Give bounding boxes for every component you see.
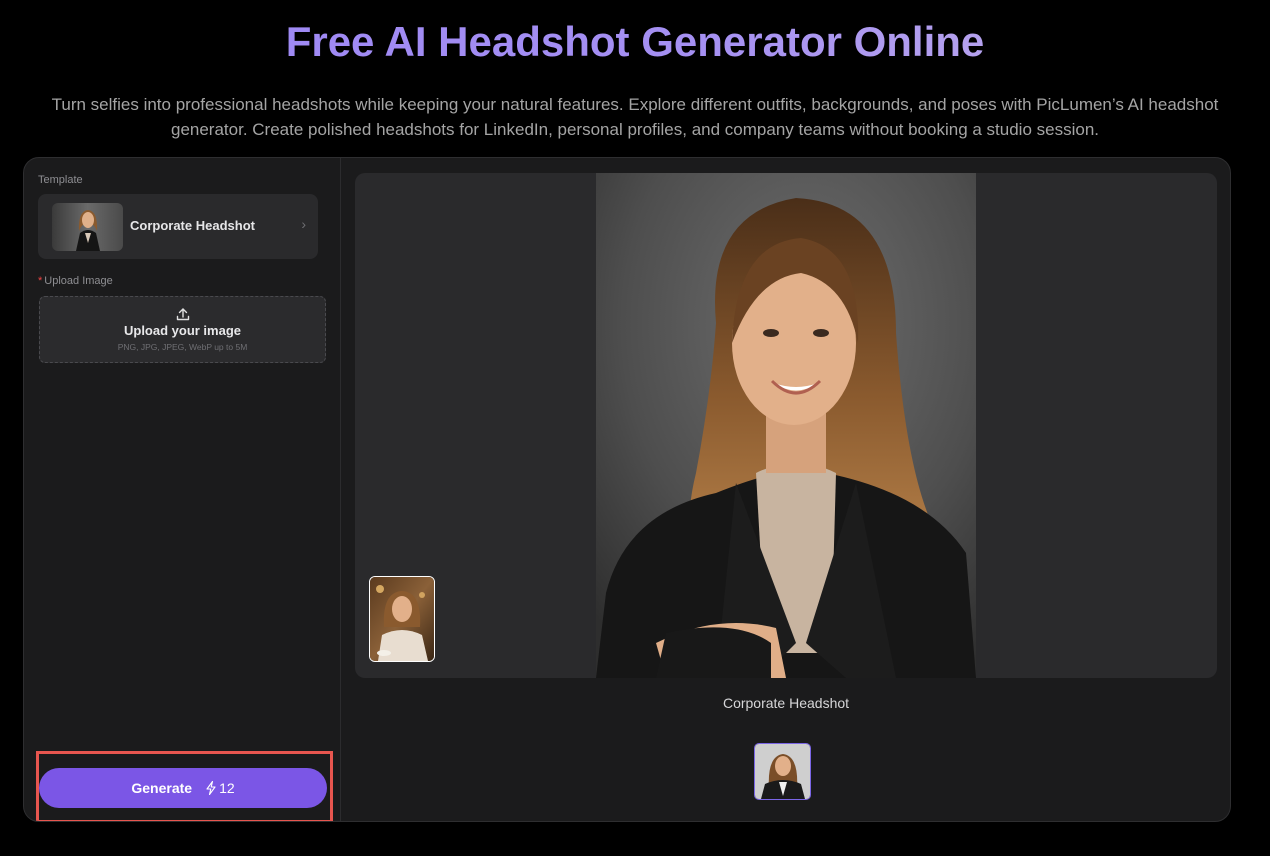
chevron-right-icon: › [301, 216, 306, 232]
upload-title: Upload your image [123, 323, 242, 338]
upload-image-label: * Upload Image [38, 275, 113, 287]
upload-dropzone[interactable]: Upload your image PNG, JPG, JPEG, WebP u… [39, 296, 326, 363]
credits-value: 12 [219, 780, 235, 796]
template-thumbnail [52, 203, 123, 251]
preview-area [355, 173, 1217, 678]
page-subtitle: Turn selfies into professional headshots… [51, 95, 1219, 139]
upload-icon [176, 308, 190, 321]
upload-image-label-text: Upload Image [44, 275, 113, 287]
lightning-icon [206, 781, 216, 795]
settings-sidebar: Template Corporate Headshot › * Upload I… [24, 158, 341, 821]
preview-caption: Corporate Headshot [722, 695, 850, 711]
generate-label: Generate [131, 780, 193, 796]
template-selector[interactable]: Corporate Headshot › [38, 194, 318, 259]
page-title: Free AI Headshot Generator Online [0, 14, 1270, 70]
template-name: Corporate Headshot [130, 218, 255, 233]
credits-cost: 12 [206, 780, 235, 796]
template-label: Template [38, 174, 83, 186]
generate-button[interactable]: Generate 12 [39, 768, 327, 808]
required-marker: * [38, 275, 43, 287]
result-thumbnail[interactable] [754, 743, 811, 800]
generator-panel: Template Corporate Headshot › * Upload I… [23, 157, 1231, 822]
input-photo-thumbnail[interactable] [369, 576, 435, 662]
upload-hint: PNG, JPG, JPEG, WebP up to 5M [117, 342, 248, 352]
headshot-preview-image [596, 173, 976, 678]
